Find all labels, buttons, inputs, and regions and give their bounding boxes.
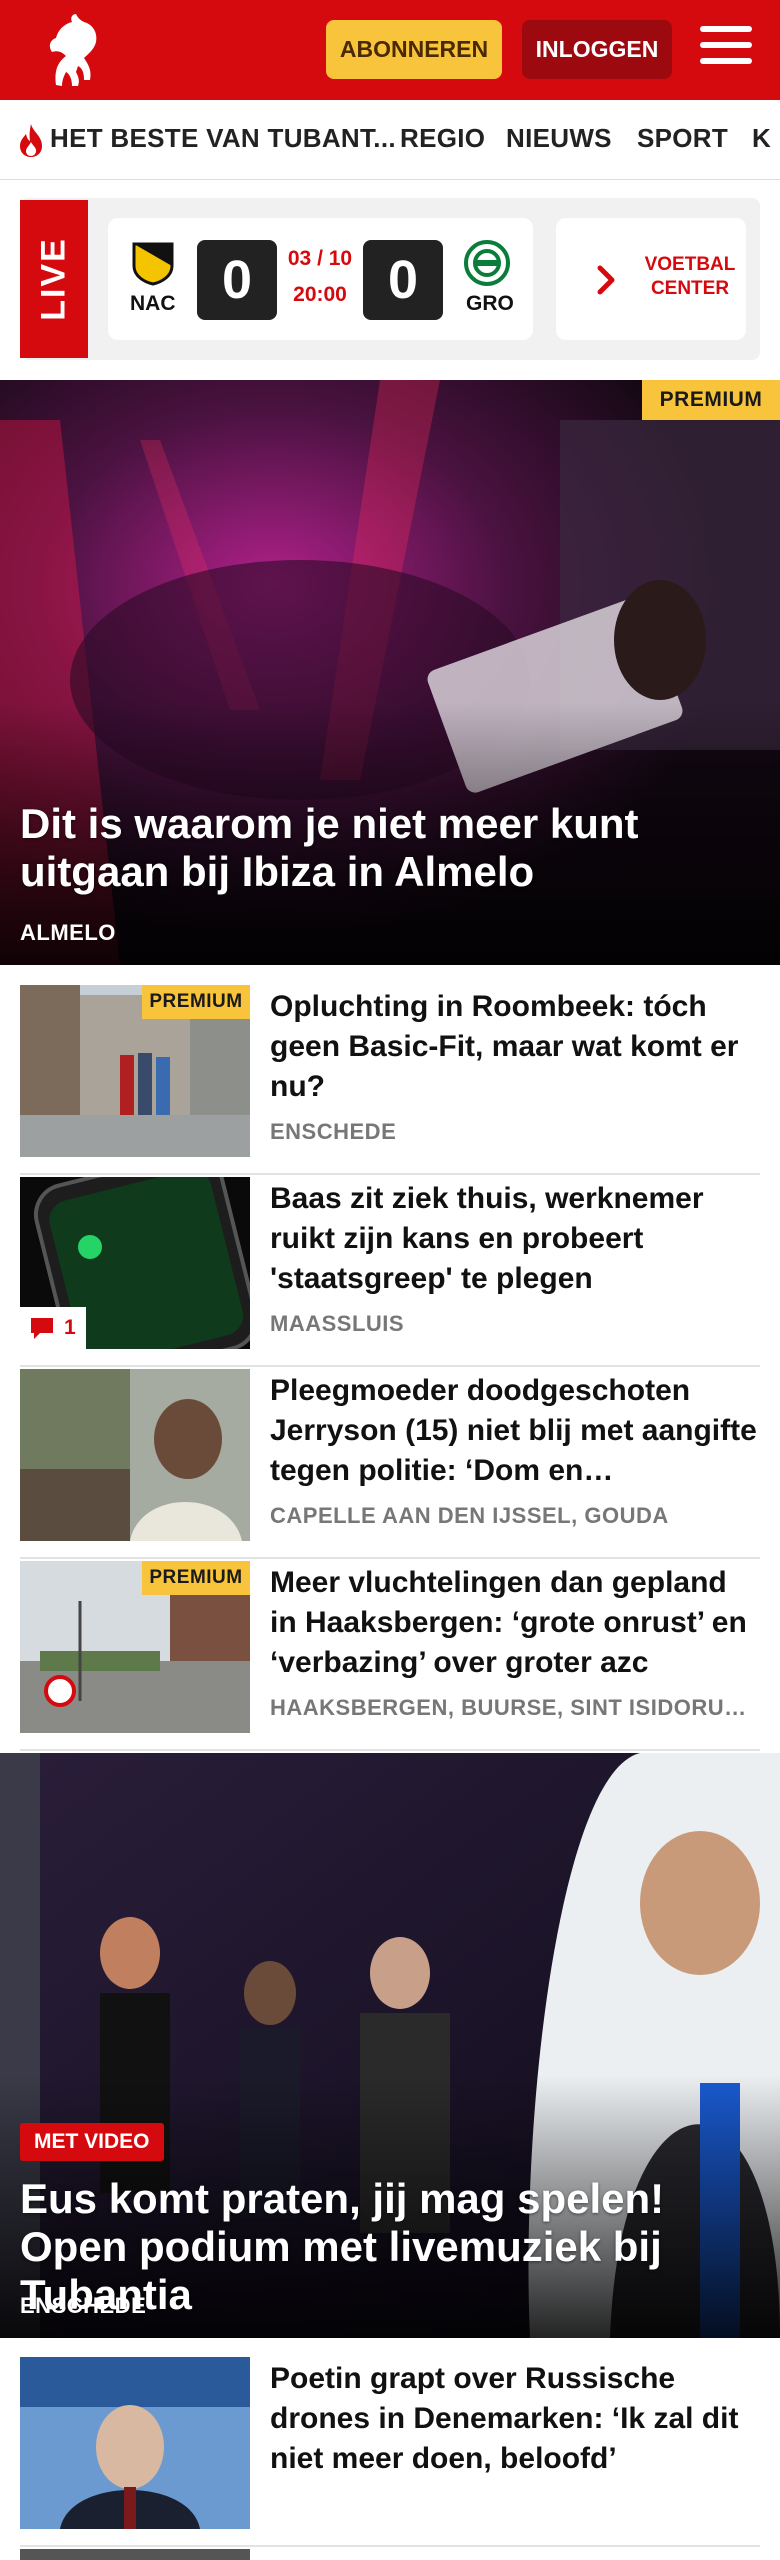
section-nav: HET BESTE VAN TUBANT... REGIO NIEUWS SPO…: [0, 100, 780, 180]
live-label: LIVE: [20, 200, 88, 358]
hero-article-open-podium[interactable]: MET VIDEO Eus komt praten, jij mag spele…: [0, 1753, 780, 2338]
article-location-tag: ENSCHEDE: [270, 1119, 397, 1144]
match-date: 03 / 10: [287, 247, 353, 270]
hero-location-tag: ENSCHEDE: [20, 2293, 147, 2318]
premium-badge: PREMIUM: [642, 380, 780, 420]
comment-count-badge[interactable]: 1: [20, 1307, 86, 1349]
tubantia-horse-logo[interactable]: [36, 10, 108, 90]
nav-item-best-of[interactable]: HET BESTE VAN TUBANT...: [50, 123, 396, 154]
article-location-tag: CAPELLE AAN DEN IJSSEL, GOUDA: [270, 1503, 669, 1528]
article-thumbnail: [20, 1369, 250, 1541]
nav-item-sport[interactable]: SPORT: [637, 123, 728, 154]
away-team-code: GRO: [466, 292, 514, 315]
article-title[interactable]: Baas zit ziek thuis, werknemer ruikt zij…: [270, 1179, 760, 1299]
hero-title[interactable]: Dit is waarom je niet meer kunt uitgaan …: [20, 800, 760, 896]
nav-item-nieuws[interactable]: NIEUWS: [506, 123, 612, 154]
article-thumbnail: [20, 2549, 250, 2560]
article-location-tag: MAASSLUIS: [270, 1311, 405, 1336]
premium-badge: PREMIUM: [142, 1561, 250, 1595]
voetbal-center-label[interactable]: VOETBAL CENTER: [640, 253, 740, 301]
article-thumbnail: [20, 2357, 250, 2529]
article-row-poetin[interactable]: Poetin grapt over Russische drones in De…: [20, 2357, 760, 2547]
hero-article-ibiza[interactable]: PREMIUM Dit is waarom je niet meer kunt …: [0, 380, 780, 965]
home-score: 0: [197, 240, 277, 320]
article-title[interactable]: Meer vluchtelingen dan gepland in Haaksb…: [270, 1563, 760, 1683]
top-header: ABONNEREN INLOGGEN: [0, 0, 780, 100]
home-team-code: NAC: [130, 292, 176, 315]
flame-icon: [20, 124, 42, 157]
comment-icon: [31, 1318, 53, 1339]
nav-item-regio[interactable]: REGIO: [400, 123, 485, 154]
article-row-roombeek[interactable]: PREMIUM Opluchting in Roombeek: tóch gee…: [20, 985, 760, 1175]
article-row-next[interactable]: [20, 2549, 760, 2560]
login-button[interactable]: INLOGGEN: [522, 20, 672, 79]
video-badge: MET VIDEO: [20, 2123, 164, 2161]
away-score: 0: [363, 240, 443, 320]
article-title[interactable]: Pleegmoeder doodgeschoten Jerryson (15) …: [270, 1371, 760, 1491]
subscribe-button[interactable]: ABONNEREN: [326, 20, 502, 79]
premium-badge: PREMIUM: [142, 985, 250, 1019]
groningen-club-logo-icon: [464, 240, 510, 286]
article-location-tag: HAAKSBERGEN, BUURSE, SINT ISIDORUSHOEVE: [270, 1695, 760, 1720]
match-time: 20:00: [293, 283, 347, 306]
nac-club-logo-icon: [132, 242, 174, 286]
chevron-right-icon[interactable]: [588, 262, 624, 298]
article-row-haaksbergen[interactable]: PREMIUM Meer vluchtelingen dan gepland i…: [20, 1561, 760, 1751]
article-title[interactable]: Poetin grapt over Russische drones in De…: [270, 2359, 760, 2479]
hamburger-menu-icon[interactable]: [700, 26, 752, 72]
hero-location-tag: ALMELO: [20, 920, 116, 945]
nav-item-more[interactable]: K: [752, 123, 771, 154]
article-row-pleegmoeder[interactable]: Pleegmoeder doodgeschoten Jerryson (15) …: [20, 1369, 760, 1559]
article-title[interactable]: Opluchting in Roombeek: tóch geen Basic-…: [270, 987, 760, 1107]
article-row-staatsgreep[interactable]: 1 Baas zit ziek thuis, werknemer ruikt z…: [20, 1177, 760, 1367]
